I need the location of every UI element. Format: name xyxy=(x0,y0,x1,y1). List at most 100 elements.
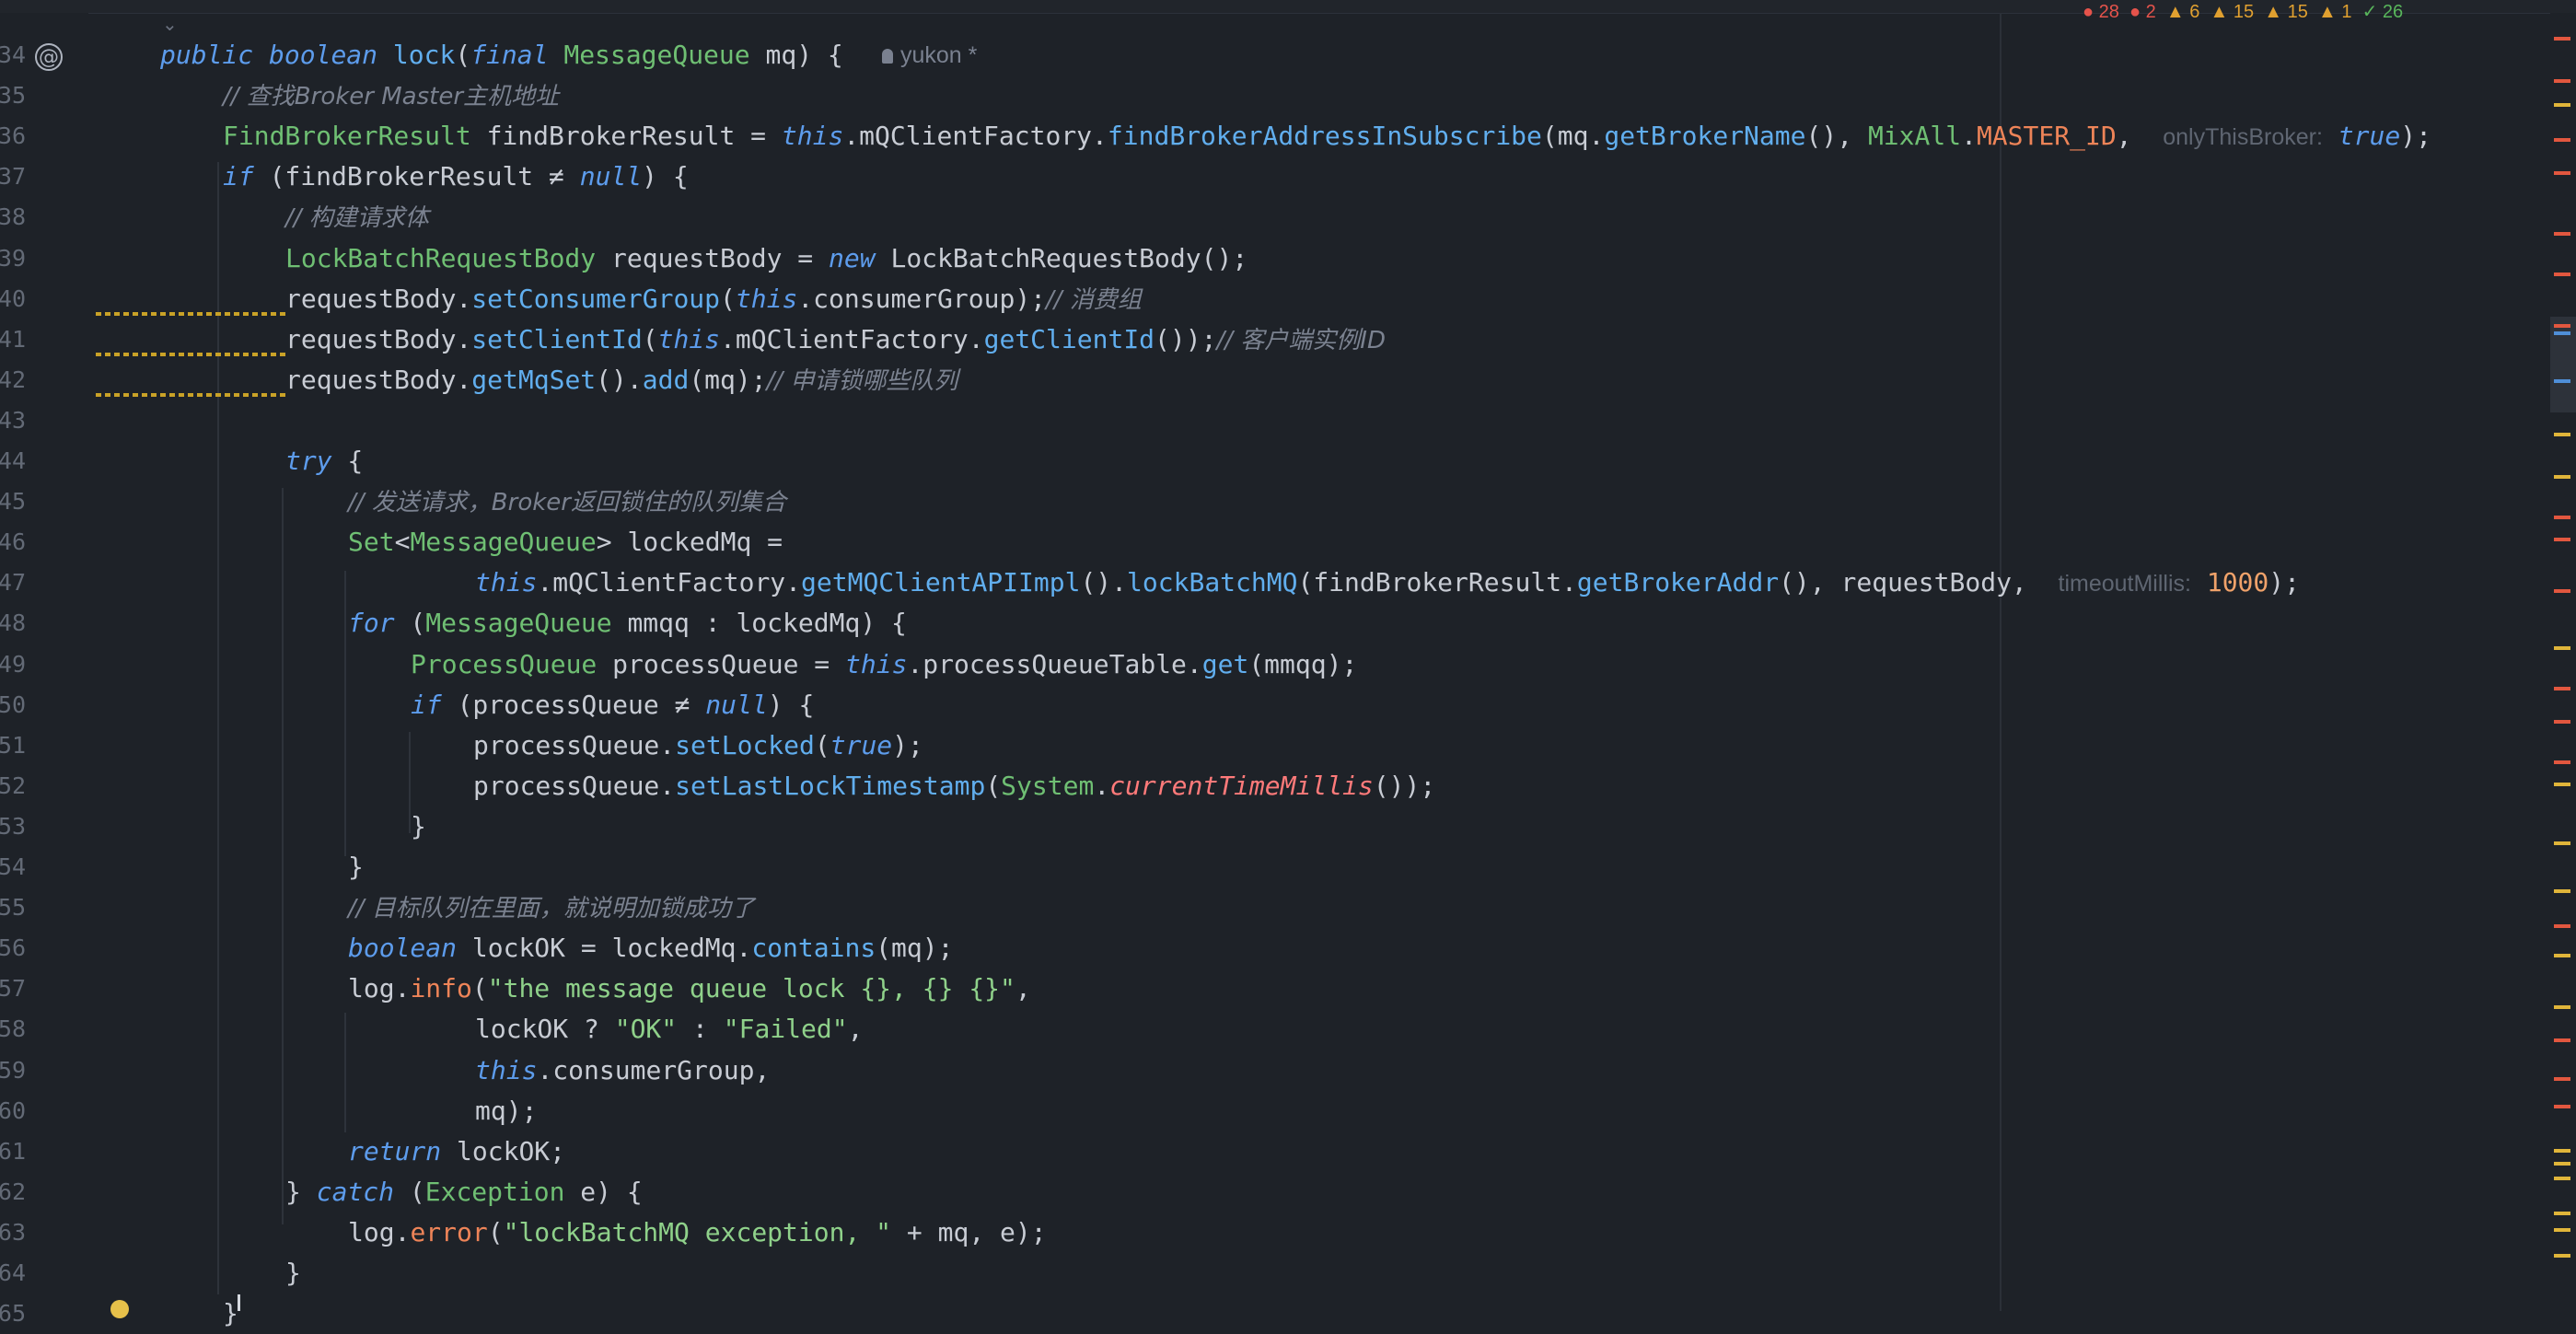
code-line[interactable]: 63 log.error("lockBatchMQ exception, " + … xyxy=(0,1212,2532,1253)
line-number[interactable]: 42 xyxy=(0,360,26,400)
line-number[interactable]: 43 xyxy=(0,400,26,441)
line-number[interactable]: 64 xyxy=(0,1253,26,1293)
line-number[interactable]: 53 xyxy=(0,806,26,847)
line-number[interactable]: 48 xyxy=(0,603,26,644)
code-line[interactable]: 37 if (findBrokerResult ≠ null) { xyxy=(0,157,2532,197)
code-text[interactable]: try { xyxy=(285,441,363,481)
code-line[interactable]: 52 processQueue.setLastLockTimestamp(Syst… xyxy=(0,766,2532,806)
stripe-marker[interactable] xyxy=(2554,538,2570,541)
stripe-marker[interactable] xyxy=(2554,1077,2570,1081)
fold-marker-icon[interactable]: ⌄ xyxy=(162,13,178,35)
line-number[interactable]: 40 xyxy=(0,279,26,319)
line-number[interactable]: 58 xyxy=(0,1009,26,1050)
code-text[interactable]: lockOK ? "OK" : "Failed", xyxy=(475,1009,863,1050)
code-line[interactable]: 53} xyxy=(0,806,2532,847)
lightbulb-icon[interactable] xyxy=(110,1300,129,1318)
line-number[interactable]: 52 xyxy=(0,766,26,806)
code-text[interactable]: } xyxy=(223,1293,238,1334)
stripe-marker[interactable] xyxy=(2554,687,2570,690)
stripe-marker[interactable] xyxy=(2554,331,2570,335)
code-line[interactable]: 60 mq); xyxy=(0,1091,2532,1131)
code-line[interactable]: 48 for (MessageQueue mmqq : lockedMq) { xyxy=(0,603,2532,644)
code-line[interactable]: 51 processQueue.setLocked(true); xyxy=(0,725,2532,766)
code-text[interactable]: this.consumerGroup, xyxy=(475,1050,770,1091)
code-line[interactable]: 44 try { xyxy=(0,441,2532,481)
code-line[interactable]: 64} xyxy=(0,1253,2532,1293)
code-text[interactable]: // 查找Broker Master主机地址 xyxy=(223,75,559,117)
stripe-marker[interactable] xyxy=(2554,1149,2570,1153)
stripe-marker[interactable] xyxy=(2554,783,2570,786)
stripe-marker[interactable] xyxy=(2554,475,2570,479)
code-text[interactable]: processQueue.setLocked(true); xyxy=(473,725,923,766)
stripe-marker[interactable] xyxy=(2554,889,2570,893)
stripe-marker[interactable] xyxy=(2554,1005,2570,1009)
stripe-marker[interactable] xyxy=(2554,954,2570,957)
line-number[interactable]: 47 xyxy=(0,563,26,603)
stripe-marker[interactable] xyxy=(2554,924,2570,928)
code-line[interactable]: 40 requestBody.setConsumerGroup(this.cons… xyxy=(0,279,2532,319)
line-number[interactable]: 63 xyxy=(0,1212,26,1253)
line-number[interactable]: 56 xyxy=(0,928,26,969)
code-text[interactable]: return lockOK; xyxy=(348,1131,565,1172)
code-line[interactable]: 35 // 查找Broker Master主机地址 xyxy=(0,75,2532,116)
stripe-marker[interactable] xyxy=(2554,760,2570,764)
code-text[interactable]: requestBody.setClientId(this.mQClientFac… xyxy=(285,319,1386,361)
stripe-marker[interactable] xyxy=(2554,171,2570,175)
stripe-marker[interactable] xyxy=(2554,79,2570,83)
code-line[interactable]: 56 boolean lockOK = lockedMq.contains(mq)… xyxy=(0,928,2532,969)
stripe-marker[interactable] xyxy=(2554,646,2570,650)
code-text[interactable]: } catch (Exception e) { xyxy=(285,1172,643,1212)
code-text[interactable]: log.info("the message queue lock {}, {} … xyxy=(348,969,1031,1009)
code-text[interactable]: Set<MessageQueue> lockedMq = xyxy=(348,522,783,563)
code-text[interactable]: if (findBrokerResult ≠ null) { xyxy=(223,157,689,197)
code-text[interactable]: ProcessQueue processQueue = this.process… xyxy=(411,644,1357,685)
line-number[interactable]: 41 xyxy=(0,319,26,360)
stripe-marker[interactable] xyxy=(2554,1038,2570,1042)
editor-scrollbar[interactable] xyxy=(2550,13,2576,1311)
line-number[interactable]: 35 xyxy=(0,75,26,116)
line-number[interactable]: 54 xyxy=(0,847,26,887)
code-line[interactable]: 39 LockBatchRequestBody requestBody = new… xyxy=(0,238,2532,279)
stripe-marker[interactable] xyxy=(2554,273,2570,276)
stripe-marker[interactable] xyxy=(2554,1105,2570,1108)
stripe-marker[interactable] xyxy=(2554,589,2570,593)
code-line[interactable]: 46 Set<MessageQueue> lockedMq = xyxy=(0,522,2532,563)
line-number[interactable]: 39 xyxy=(0,238,26,279)
code-line[interactable]: 47 this.mQClientFactory.getMQClientAPIImp… xyxy=(0,563,2532,603)
code-editor[interactable]: ● 28 ● 2 ▲ 6 ▲ 15 ▲ 15 ▲ 1 ✓ 26 @ ⌄ yuko… xyxy=(0,0,2576,1328)
code-text[interactable]: requestBody.setConsumerGroup(this.consum… xyxy=(285,279,1142,320)
code-text[interactable]: requestBody.getMqSet().add(mq);// 申请锁哪些队… xyxy=(285,360,957,401)
stripe-marker[interactable] xyxy=(2554,1177,2570,1180)
code-line[interactable]: 59 this.consumerGroup, xyxy=(0,1050,2532,1091)
line-number[interactable]: 62 xyxy=(0,1172,26,1212)
line-number[interactable]: 46 xyxy=(0,522,26,563)
stripe-marker[interactable] xyxy=(2554,1228,2570,1232)
code-line[interactable]: 42 requestBody.getMqSet().add(mq);// 申请锁哪… xyxy=(0,360,2532,400)
line-number[interactable]: 45 xyxy=(0,481,26,522)
code-line[interactable]: 34 public boolean lock(final MessageQueue… xyxy=(0,35,2532,75)
line-number[interactable]: 37 xyxy=(0,157,26,197)
stripe-marker[interactable] xyxy=(2554,516,2570,519)
code-text[interactable]: log.error("lockBatchMQ exception, " + mq… xyxy=(348,1212,1047,1253)
stripe-marker[interactable] xyxy=(2554,232,2570,236)
code-line[interactable]: 57 log.info("the message queue lock {}, {… xyxy=(0,969,2532,1009)
code-text[interactable]: // 目标队列在里面，就说明加锁成功了 xyxy=(348,887,755,929)
stripe-marker[interactable] xyxy=(2554,138,2570,142)
code-line[interactable]: 36 FindBrokerResult findBrokerResult = th… xyxy=(0,116,2532,157)
code-line[interactable]: 58 lockOK ? "OK" : "Failed", xyxy=(0,1009,2532,1050)
line-number[interactable]: 44 xyxy=(0,441,26,481)
code-line[interactable]: 38 // 构建请求体 xyxy=(0,197,2532,238)
line-number[interactable]: 57 xyxy=(0,969,26,1009)
code-text[interactable]: } xyxy=(285,1253,301,1293)
code-text[interactable]: boolean lockOK = lockedMq.contains(mq); xyxy=(348,928,953,969)
stripe-marker[interactable] xyxy=(2554,379,2570,383)
code-text[interactable]: this.mQClientFactory.getMQClientAPIImpl(… xyxy=(475,563,2300,604)
code-line[interactable]: 41 requestBody.setClientId(this.mQClientF… xyxy=(0,319,2532,360)
line-number[interactable]: 51 xyxy=(0,725,26,766)
stripe-marker[interactable] xyxy=(2554,1212,2570,1215)
code-text[interactable]: // 构建请求体 xyxy=(285,197,429,238)
code-text[interactable]: } xyxy=(348,847,364,887)
code-line[interactable]: 49 ProcessQueue processQueue = this.proce… xyxy=(0,644,2532,685)
code-line[interactable]: 62 } catch (Exception e) { xyxy=(0,1172,2532,1212)
line-number[interactable]: 55 xyxy=(0,887,26,928)
